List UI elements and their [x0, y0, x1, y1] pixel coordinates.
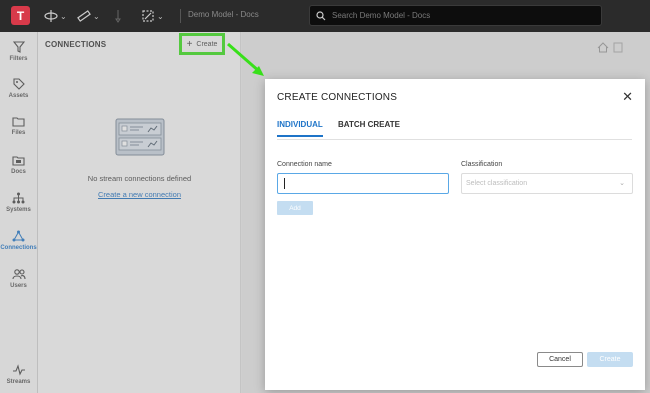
search-bar[interactable]	[309, 5, 602, 26]
orbit-icon	[44, 10, 58, 22]
section-tool[interactable]: ⌄	[141, 8, 164, 24]
classification-label: Classification	[461, 161, 503, 168]
create-connections-dialog: CREATE CONNECTIONS ✕ INDIVIDUAL BATCH CR…	[265, 79, 645, 390]
classification-placeholder: Select classification	[466, 180, 528, 187]
pen-icon	[115, 10, 121, 23]
tab-batch-create[interactable]: BATCH CREATE	[338, 120, 400, 135]
search-icon	[316, 10, 326, 20]
markup-tool[interactable]	[113, 8, 123, 24]
chevron-down-icon: ⌄	[93, 11, 100, 21]
chevron-down-icon: ⌄	[619, 180, 625, 187]
add-button[interactable]: Add	[277, 201, 313, 215]
create-button[interactable]: Create	[587, 352, 633, 367]
classification-select[interactable]: Select classification ⌄	[461, 173, 633, 194]
ruler-icon	[77, 10, 91, 22]
text-cursor	[284, 178, 285, 189]
top-toolbar: T ⌄ ⌄ ⌄ Demo Model - Docs	[0, 0, 650, 32]
dialog-title: CREATE CONNECTIONS	[277, 92, 398, 103]
measure-tool[interactable]: ⌄	[77, 8, 100, 24]
connection-name-input[interactable]	[277, 173, 449, 194]
breadcrumb: Demo Model - Docs	[188, 10, 259, 19]
close-icon[interactable]: ✕	[622, 89, 633, 105]
cancel-button[interactable]: Cancel	[537, 352, 583, 367]
app-logo[interactable]: T	[11, 6, 30, 25]
tab-individual[interactable]: INDIVIDUAL	[277, 120, 323, 137]
navigation-tool[interactable]: ⌄	[44, 8, 67, 24]
search-input[interactable]	[332, 11, 582, 20]
connection-name-label: Connection name	[277, 161, 332, 168]
section-box-icon	[142, 10, 154, 22]
chevron-down-icon: ⌄	[60, 11, 67, 21]
toolbar-divider	[180, 9, 181, 23]
dialog-tabs: INDIVIDUAL BATCH CREATE	[277, 120, 632, 140]
chevron-down-icon: ⌄	[157, 11, 164, 21]
